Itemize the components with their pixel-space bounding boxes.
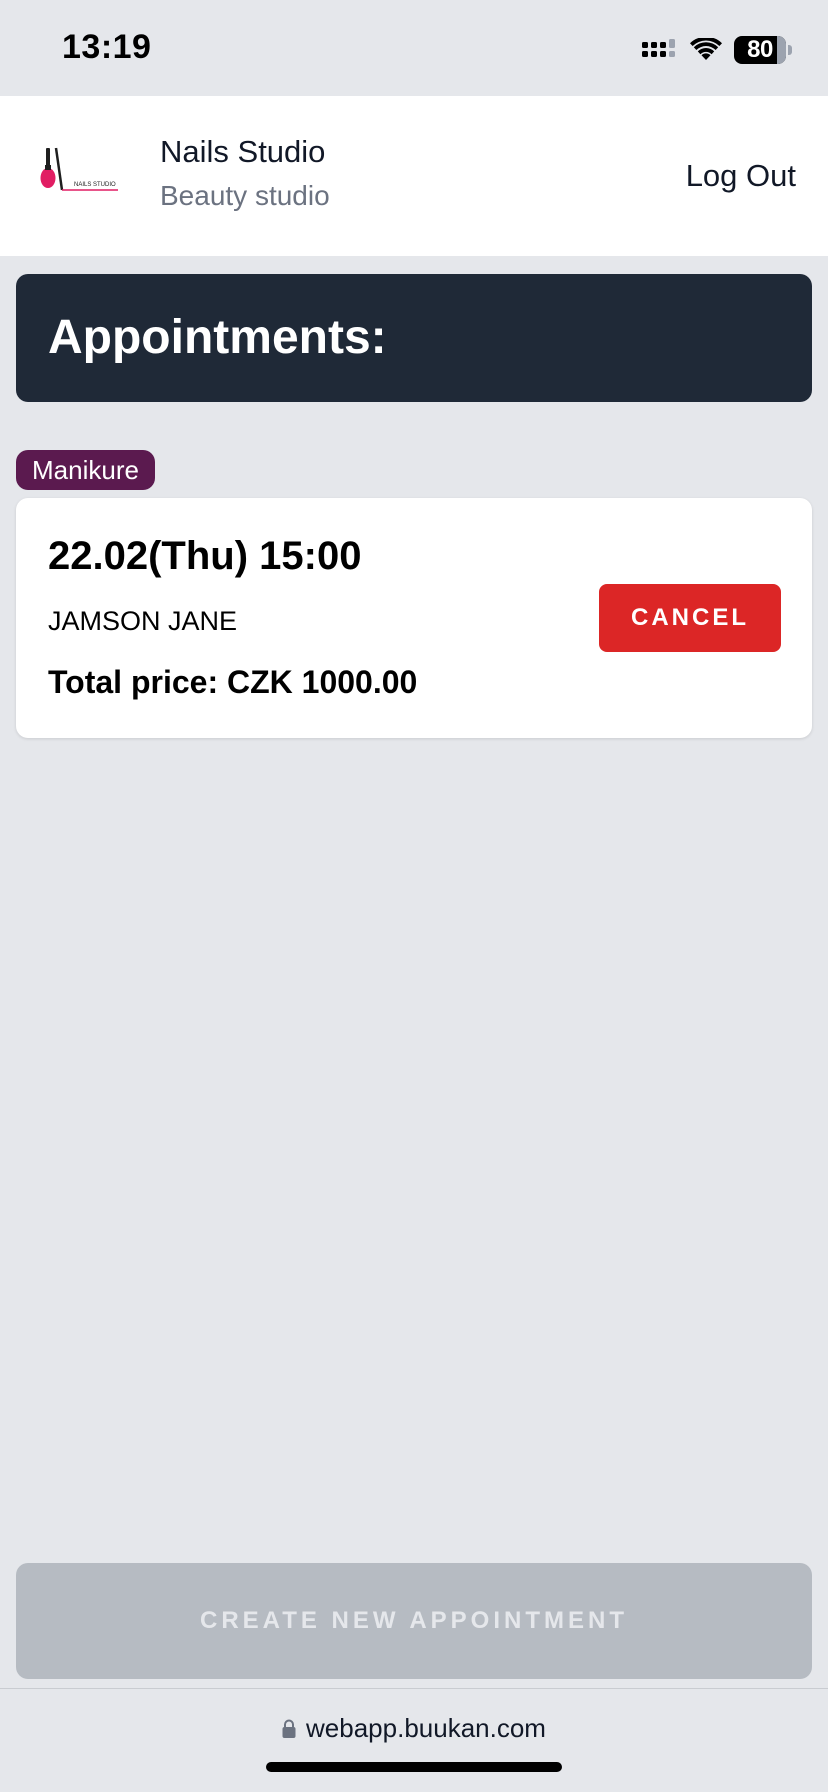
status-icons: 80	[642, 32, 792, 68]
logout-link[interactable]: Log Out	[686, 158, 796, 194]
url-display: webapp.buukan.com	[0, 1713, 828, 1744]
logo-text: NAILS STUDIO	[74, 182, 116, 188]
page: 13:19 80 NAILS STUDIO Nails Studio Beaut…	[0, 0, 828, 1792]
cellular-signal-icon	[642, 39, 675, 57]
nails-studio-logo: NAILS STUDIO	[40, 147, 118, 191]
home-indicator	[266, 1762, 562, 1772]
appointment-datetime: 22.02(Thu) 15:00	[48, 534, 362, 578]
cancel-button[interactable]: CANCEL	[599, 584, 781, 652]
service-tag: Manikure	[16, 450, 155, 490]
lock-icon	[282, 1719, 296, 1738]
appointment-card: 22.02(Thu) 15:00 JAMSON JANE Total price…	[16, 498, 812, 738]
appointment-price: Total price: CZK 1000.00	[48, 664, 418, 700]
business-type: Beauty studio	[160, 180, 330, 211]
business-name: Nails Studio	[160, 134, 326, 169]
create-appointment-button[interactable]: CREATE NEW APPOINTMENT	[16, 1563, 812, 1679]
battery-empty-segment	[777, 36, 786, 64]
browser-url-bar[interactable]: webapp.buukan.com	[0, 1688, 828, 1792]
battery-icon: 80	[734, 36, 786, 64]
app-header: NAILS STUDIO Nails Studio Beauty studio …	[0, 96, 828, 256]
url-text: webapp.buukan.com	[306, 1713, 546, 1743]
battery-tip	[788, 45, 792, 55]
appointments-banner: Appointments:	[16, 274, 812, 402]
status-bar: 13:19 80	[0, 0, 828, 96]
appointments-title: Appointments:	[48, 311, 387, 364]
wifi-icon	[690, 38, 722, 60]
battery-level: 80	[747, 36, 773, 63]
status-time: 13:19	[62, 28, 152, 66]
appointment-client: JAMSON JANE	[48, 606, 238, 636]
